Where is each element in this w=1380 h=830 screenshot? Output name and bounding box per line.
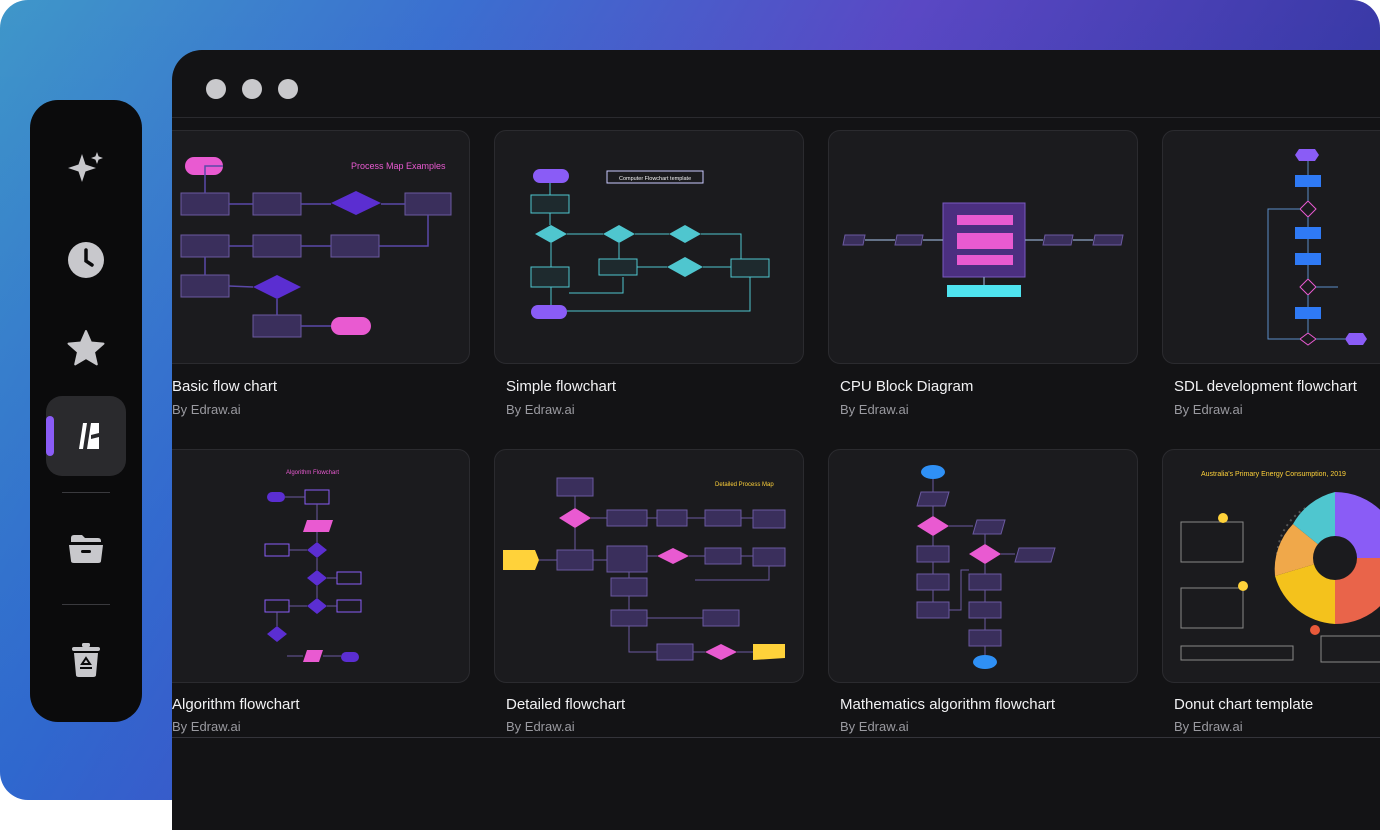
sidebar-item-ai[interactable] — [46, 130, 126, 210]
window-dot[interactable] — [206, 79, 226, 99]
template-card-cpu-block-diagram[interactable] — [828, 130, 1138, 364]
template-preview: Process Map Examples — [180, 157, 452, 338]
template-author: By Edraw.ai — [172, 719, 241, 734]
template-preview: Algorithm Flowchart — [264, 470, 362, 662]
template-author: By Edraw.ai — [840, 402, 909, 417]
template-author: By Edraw.ai — [506, 402, 575, 417]
title-bar — [172, 50, 1380, 118]
template-card-sdl-development-flowchart[interactable] — [1162, 130, 1380, 364]
template-title[interactable]: CPU Block Diagram — [840, 378, 973, 395]
template-author: By Edraw.ai — [172, 402, 241, 417]
templates-icon — [73, 423, 99, 449]
sidebar — [30, 100, 142, 722]
preview-heading: Algorithm Flowchart — [286, 470, 339, 476]
sidebar-item-recent[interactable] — [46, 220, 126, 300]
sparkle-icon — [68, 152, 103, 182]
template-card-detailed-flowchart[interactable]: Detailed Process Map — [494, 449, 804, 683]
sidebar-item-files[interactable] — [46, 508, 126, 588]
recycle-bin-icon — [72, 643, 100, 677]
star-icon — [67, 330, 105, 366]
template-title[interactable]: Algorithm flowchart — [172, 696, 300, 713]
sidebar-item-favorites[interactable] — [46, 308, 126, 388]
template-author: By Edraw.ai — [1174, 719, 1243, 734]
template-author: By Edraw.ai — [506, 719, 575, 734]
template-preview: Australia's Primary Energy Consumption, … — [1180, 471, 1380, 663]
main-window: Process Map Examples Basic flow chart By… — [172, 50, 1380, 830]
template-card-simple-flowchart[interactable]: Computer Flowchart template — [494, 130, 804, 364]
sidebar-divider — [62, 492, 110, 493]
template-author: By Edraw.ai — [840, 719, 909, 734]
sidebar-item-recycle-bin[interactable] — [46, 620, 126, 700]
folder-icon — [69, 535, 103, 563]
template-preview — [842, 202, 1124, 297]
template-card-basic-flow-chart[interactable]: Process Map Examples — [172, 130, 470, 364]
preview-heading: Process Map Examples — [351, 161, 446, 171]
divider — [172, 737, 1380, 738]
template-author: By Edraw.ai — [1174, 402, 1243, 417]
template-preview — [916, 465, 1056, 669]
template-title[interactable]: Donut chart template — [1174, 696, 1313, 713]
window-dot[interactable] — [242, 79, 262, 99]
template-title[interactable]: Simple flowchart — [506, 378, 616, 395]
clock-icon — [68, 242, 104, 278]
sidebar-item-templates[interactable] — [46, 396, 126, 476]
window-dot[interactable] — [278, 79, 298, 99]
template-title[interactable]: Mathematics algorithm flowchart — [840, 696, 1055, 713]
template-card-algorithm-flowchart[interactable]: Algorithm Flowchart — [172, 449, 470, 683]
template-preview: Detailed Process Map — [503, 477, 786, 661]
preview-heading: Detailed Process Map — [715, 482, 774, 488]
template-card-mathematics-algorithm-flowchart[interactable] — [828, 449, 1138, 683]
preview-heading: Computer Flowchart template — [619, 176, 691, 182]
template-title[interactable]: SDL development flowchart — [1174, 378, 1357, 395]
template-title[interactable]: Detailed flowchart — [506, 696, 625, 713]
active-indicator — [46, 416, 54, 456]
template-title[interactable]: Basic flow chart — [172, 378, 277, 395]
template-preview — [1267, 149, 1367, 346]
sidebar-divider — [62, 604, 110, 605]
template-preview: Computer Flowchart template — [530, 169, 770, 319]
template-card-donut-chart-template[interactable]: Australia's Primary Energy Consumption, … — [1162, 449, 1380, 683]
preview-heading: Australia's Primary Energy Consumption, … — [1201, 471, 1346, 478]
